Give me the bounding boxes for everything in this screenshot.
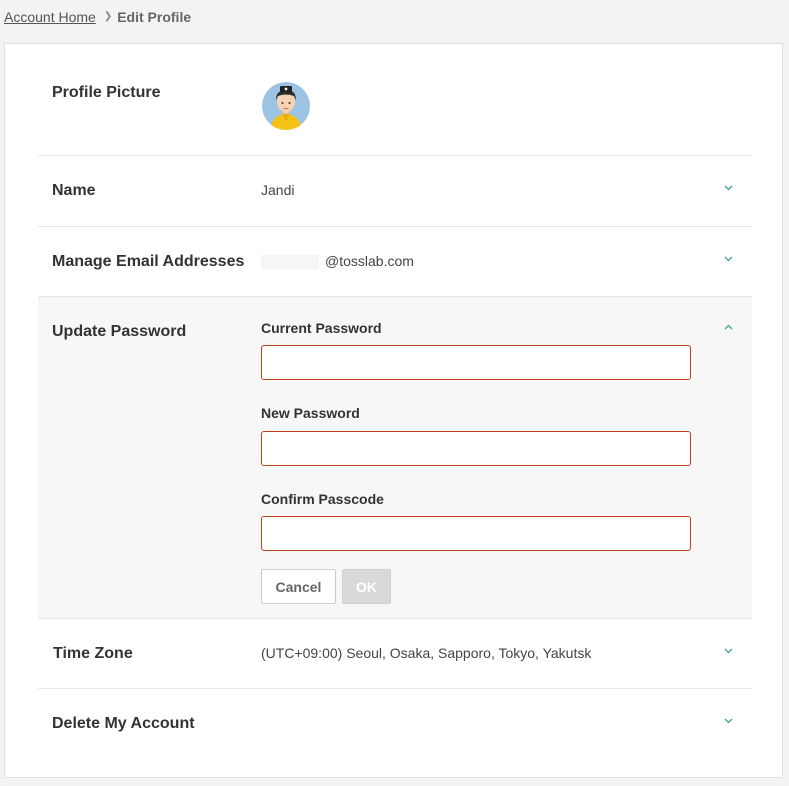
email-label: Manage Email Addresses — [52, 253, 245, 270]
chevron-down-icon[interactable] — [722, 253, 734, 265]
avatar[interactable] — [262, 82, 310, 130]
breadcrumb-account-home-link[interactable]: Account Home — [4, 8, 96, 26]
name-value: Jandi — [261, 182, 295, 198]
new-password-label: New Password — [261, 405, 360, 421]
profile-picture-row: Profile Picture — [38, 44, 752, 156]
avatar-image — [262, 82, 310, 130]
name-row[interactable]: Name Jandi — [38, 156, 752, 227]
ok-button[interactable]: OK — [342, 569, 391, 604]
chevron-down-icon[interactable] — [722, 715, 734, 727]
current-password-label: Current Password — [261, 320, 382, 336]
email-domain: @tosslab.com — [325, 253, 414, 269]
timezone-value: (UTC+09:00) Seoul, Osaka, Sapporo, Tokyo… — [261, 645, 592, 661]
timezone-label: Time Zone — [53, 645, 133, 662]
chevron-right-icon: ❯ — [103, 11, 113, 22]
breadcrumb-current: Edit Profile — [117, 9, 192, 25]
new-password-input[interactable] — [261, 431, 691, 466]
email-value: @tosslab.com — [261, 253, 414, 270]
timezone-row[interactable]: Time Zone (UTC+09:00) Seoul, Osaka, Sapp… — [38, 619, 752, 689]
chevron-down-icon[interactable] — [722, 182, 734, 194]
breadcrumb: Account Home ❯ Edit Profile — [4, 8, 191, 26]
password-row: Update Password Current Password New Pas… — [38, 297, 752, 619]
cancel-button[interactable]: Cancel — [261, 569, 336, 604]
confirm-password-input[interactable] — [261, 516, 691, 551]
profile-picture-label: Profile Picture — [52, 84, 161, 101]
chevron-down-icon[interactable] — [722, 645, 734, 657]
edit-profile-panel: Profile Picture Name Jandi Manage Email … — [4, 43, 783, 778]
delete-account-row[interactable]: Delete My Account — [38, 689, 752, 759]
password-label: Update Password — [52, 323, 187, 340]
email-row[interactable]: Manage Email Addresses @tosslab.com — [38, 227, 752, 297]
delete-account-label: Delete My Account — [52, 715, 195, 732]
current-password-input[interactable] — [261, 345, 691, 380]
chevron-up-icon[interactable] — [722, 321, 734, 333]
name-label: Name — [52, 182, 96, 199]
confirm-password-label: Confirm Passcode — [261, 491, 384, 507]
redacted-email-user — [261, 255, 319, 270]
